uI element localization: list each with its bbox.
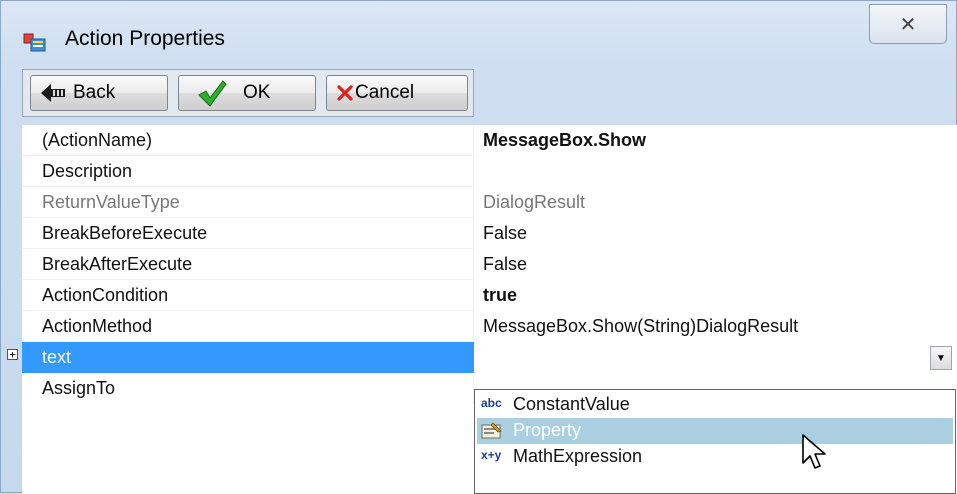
expand-plus-icon[interactable]: + xyxy=(7,349,18,360)
property-name: ActionMethod xyxy=(42,316,153,336)
close-button[interactable]: ✕ xyxy=(869,4,947,44)
property-name-cell: (ActionName) xyxy=(22,125,474,156)
title-bar: Action Properties ✕ xyxy=(1,1,956,61)
property-name: BreakAfterExecute xyxy=(42,254,193,274)
property-name: ActionCondition xyxy=(42,285,169,305)
property-name: BreakBeforeExecute xyxy=(42,223,208,243)
property-value[interactable]: False xyxy=(483,223,527,244)
window-title: Action Properties xyxy=(65,27,225,50)
chevron-down-icon: ▼ xyxy=(936,352,946,364)
back-button[interactable]: Back xyxy=(30,75,168,111)
back-arrow-icon xyxy=(41,84,65,102)
property-row-actionname[interactable]: (ActionName) MessageBox.Show xyxy=(22,125,957,156)
option-label: Property xyxy=(513,420,582,440)
action-properties-window: Action Properties ✕ Back OK Cancel (Acti… xyxy=(0,0,957,494)
dropdown-option-property[interactable]: Property xyxy=(477,418,953,444)
property-value[interactable]: true xyxy=(483,285,517,306)
property-value: DialogResult xyxy=(483,192,586,212)
property-name-cell: ActionCondition xyxy=(22,280,474,311)
property-name: AssignTo xyxy=(42,378,116,398)
property-name-cell: ActionMethod xyxy=(22,311,474,342)
ok-button-label: OK xyxy=(243,82,271,103)
property-name: ReturnValueType xyxy=(42,192,180,212)
property-icon xyxy=(481,422,502,439)
cancel-button-label: Cancel xyxy=(355,82,415,103)
option-label: ConstantValue xyxy=(513,394,630,414)
property-name: text xyxy=(42,347,72,367)
back-button-label: Back xyxy=(73,82,116,103)
property-row-returnvaluetype[interactable]: ReturnValueType DialogResult xyxy=(22,187,957,218)
property-name-cell: ReturnValueType xyxy=(22,187,474,218)
math-expression-icon: x+y xyxy=(481,448,502,462)
close-icon: ✕ xyxy=(899,13,917,36)
value-type-dropdown-list: abc ConstantValue Property x+y MathExpre… xyxy=(474,389,956,494)
property-name-cell: + text xyxy=(7,342,474,373)
mouse-pointer-icon xyxy=(802,434,826,469)
ok-button[interactable]: OK xyxy=(178,75,316,111)
property-row-breakbeforeexecute[interactable]: BreakBeforeExecute False xyxy=(22,218,957,249)
property-name-cell: BreakBeforeExecute xyxy=(22,218,474,249)
property-name: Description xyxy=(42,161,133,181)
property-value[interactable]: False xyxy=(483,254,527,275)
checkmark-icon xyxy=(198,80,227,107)
property-value[interactable]: MessageBox.Show(String)DialogResult xyxy=(483,316,798,337)
option-label: MathExpression xyxy=(513,446,643,466)
property-name-cell: AssignTo xyxy=(22,373,474,404)
abc-constant-icon: abc xyxy=(481,396,502,410)
property-row-actioncondition[interactable]: ActionCondition true xyxy=(22,280,957,311)
dropdown-option-constantvalue[interactable]: abc ConstantValue xyxy=(477,392,953,418)
property-value[interactable]: MessageBox.Show xyxy=(483,130,646,151)
dropdown-button[interactable]: ▼ xyxy=(930,346,952,370)
toolbar: Back OK Cancel xyxy=(22,69,474,117)
property-name-cell: Description xyxy=(22,156,474,187)
dropdown-option-mathexpression[interactable]: x+y MathExpression xyxy=(477,444,953,470)
property-row-description[interactable]: Description xyxy=(22,156,957,187)
property-row-actionmethod[interactable]: ActionMethod MessageBox.Show(String)Dial… xyxy=(22,311,957,342)
property-name-cell: BreakAfterExecute xyxy=(22,249,474,280)
red-x-icon xyxy=(337,85,353,101)
property-row-breakafterexecute[interactable]: BreakAfterExecute False xyxy=(22,249,957,280)
cancel-button[interactable]: Cancel xyxy=(326,75,468,111)
properties-window-icon xyxy=(23,33,46,52)
property-name: (ActionName) xyxy=(42,130,153,150)
property-row-text[interactable]: + text ▼ xyxy=(7,342,957,373)
